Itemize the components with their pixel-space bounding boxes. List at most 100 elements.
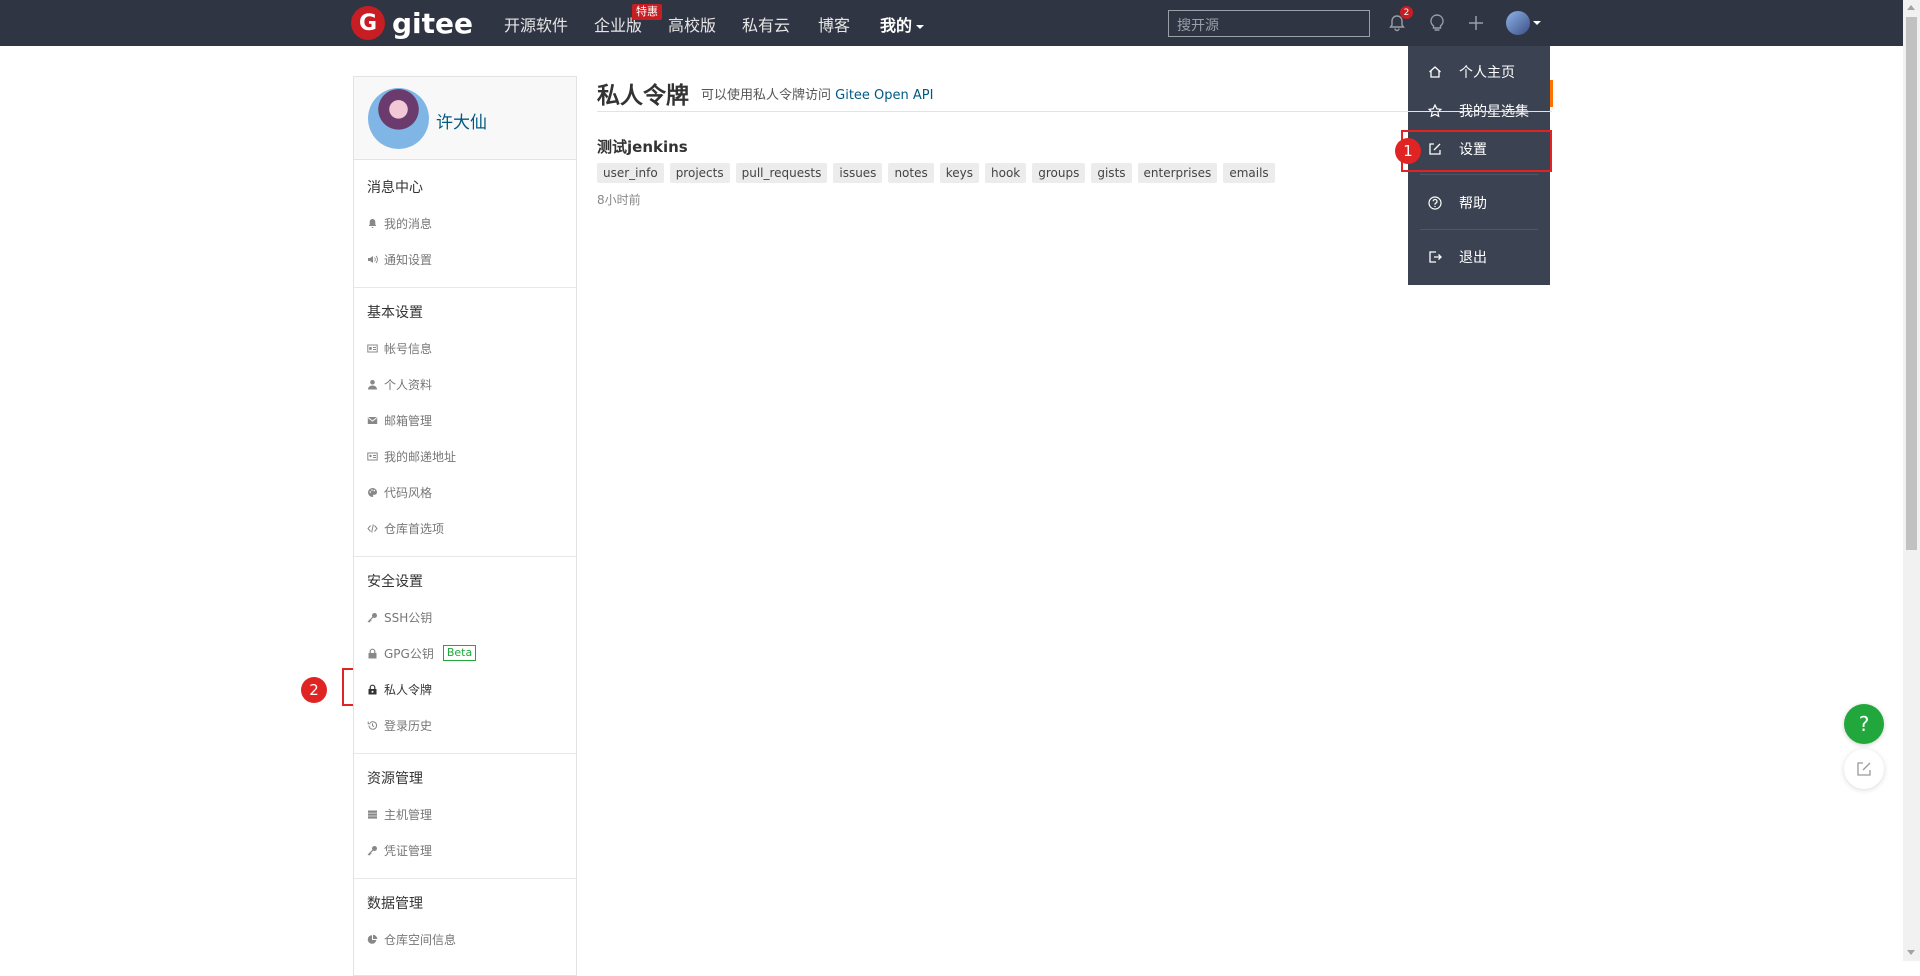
token-scopes: user_info projects pull_requests issues … xyxy=(597,163,1275,183)
scope-tag: enterprises xyxy=(1137,163,1218,183)
sidebar-item-credentials[interactable]: 凭证管理 xyxy=(367,840,432,860)
speaker-icon xyxy=(368,255,378,263)
plus-icon[interactable] xyxy=(1464,11,1488,35)
sidebar-item-profile[interactable]: 个人资料 xyxy=(367,374,432,394)
subtitle-text: 可以使用私人令牌访问 xyxy=(701,88,836,103)
title-divider xyxy=(597,111,1552,112)
sidebar-item-ssh[interactable]: SSH公钥 xyxy=(367,607,432,627)
nav-open-source[interactable]: 开源软件 xyxy=(504,12,568,36)
scope-tag: pull_requests xyxy=(735,163,828,183)
group-title-basic: 基本设置 xyxy=(367,305,423,321)
logo-mark: G xyxy=(351,6,385,40)
group-title-messages: 消息中心 xyxy=(367,180,423,196)
scope-tag: projects xyxy=(669,163,730,183)
page-title: 私人令牌 xyxy=(597,83,689,109)
sidebar-item-login-history[interactable]: 登录历史 xyxy=(367,715,432,735)
sidebar-item-label: 主机管理 xyxy=(384,807,433,822)
nav-education[interactable]: 高校版 xyxy=(668,12,716,36)
sidebar-item-label: 帐号信息 xyxy=(384,341,433,356)
logout-icon xyxy=(1429,251,1442,263)
sidebar-item-label: 我的邮递地址 xyxy=(384,449,457,464)
sidebar-item-label: 个人资料 xyxy=(384,377,433,392)
key-icon xyxy=(367,845,377,856)
scope-tag: emails xyxy=(1223,163,1275,183)
avatar-chevron-down-icon[interactable] xyxy=(1533,21,1541,25)
top-navbar: G gitee 开源软件 企业版 特惠 高校版 私有云 博客 我的 搜开源 2 xyxy=(0,0,1920,46)
id-card-icon xyxy=(367,344,378,352)
sidebar-item-notify-settings[interactable]: 通知设置 xyxy=(367,249,432,269)
sidebar-item-label: 代码风格 xyxy=(384,485,433,500)
scope-tag: notes xyxy=(888,163,934,183)
question-circle-icon xyxy=(1428,196,1442,210)
nav-avatar[interactable] xyxy=(1506,11,1530,35)
sidebar-item-my-messages[interactable]: 我的消息 xyxy=(367,213,432,233)
scope-tag: issues xyxy=(833,163,883,183)
lock-icon xyxy=(368,648,377,658)
dropdown-item-homepage[interactable]: 个人主页 xyxy=(1408,54,1550,90)
avatar[interactable] xyxy=(368,88,429,149)
sidebar-item-hosts[interactable]: 主机管理 xyxy=(367,804,432,824)
sidebar-item-label: 仓库首选项 xyxy=(384,521,445,536)
key-icon xyxy=(367,612,377,623)
server-icon xyxy=(368,810,377,819)
dropdown-item-help[interactable]: 帮助 xyxy=(1408,185,1550,221)
dropdown-item-label: 帮助 xyxy=(1459,196,1487,212)
dropdown-divider xyxy=(1420,174,1538,175)
sidebar-item-email[interactable]: 邮箱管理 xyxy=(367,410,432,430)
sidebar-item-private-token[interactable]: 私人令牌 xyxy=(367,679,432,699)
lightbulb-icon[interactable] xyxy=(1425,11,1449,35)
sidebar-profile: 许大仙 xyxy=(354,77,576,160)
logo-text: gitee xyxy=(392,6,474,40)
address-card-icon xyxy=(367,452,378,460)
annotation-highlight-settings xyxy=(1401,130,1552,172)
sidebar-item-code-style[interactable]: 代码风格 xyxy=(367,482,432,502)
scope-tag: user_info xyxy=(597,163,664,183)
group-title-security: 安全设置 xyxy=(367,574,423,590)
token-created-time: 8小时前 xyxy=(597,193,641,207)
open-api-link[interactable]: Gitee Open API xyxy=(835,88,933,103)
nav-blog[interactable]: 博客 xyxy=(818,12,850,36)
group-title-data: 数据管理 xyxy=(367,896,423,912)
generate-token-button-edge[interactable] xyxy=(1550,80,1553,107)
sidebar-item-repo-prefs[interactable]: 仓库首选项 xyxy=(367,518,444,538)
gitee-logo[interactable]: G gitee xyxy=(351,6,473,40)
annotation-step-badge: 2 xyxy=(301,677,327,703)
user-icon xyxy=(368,379,377,389)
sidebar-item-label: 我的消息 xyxy=(384,216,433,231)
dropdown-divider xyxy=(1420,229,1538,230)
sidebar-item-label: SSH公钥 xyxy=(384,610,433,625)
search-input[interactable]: 搜开源 xyxy=(1168,10,1370,37)
sidebar-item-account[interactable]: 帐号信息 xyxy=(367,338,432,358)
sidebar-item-repo-space[interactable]: 仓库空间信息 xyxy=(367,929,456,949)
page-subtitle: 可以使用私人令牌访问 Gitee Open API xyxy=(701,84,933,103)
sidebar-divider xyxy=(354,878,576,879)
scope-tag: gists xyxy=(1091,163,1132,183)
sidebar-item-label: 通知设置 xyxy=(384,252,433,267)
envelope-icon xyxy=(367,416,378,424)
sidebar-item-address[interactable]: 我的邮递地址 xyxy=(367,446,456,466)
scrollbar-thumb[interactable] xyxy=(1906,17,1917,550)
edit-icon xyxy=(1857,762,1871,776)
bell-icon xyxy=(368,218,377,228)
code-icon xyxy=(367,523,378,533)
token-icon xyxy=(368,684,377,694)
user-name[interactable]: 许大仙 xyxy=(436,108,487,133)
help-button[interactable]: ? xyxy=(1844,704,1884,744)
history-icon xyxy=(367,720,378,730)
sidebar-item-label: 私人令牌 xyxy=(384,682,433,697)
nav-private-cloud[interactable]: 私有云 xyxy=(742,12,790,36)
nav-mine[interactable]: 我的 xyxy=(880,12,925,36)
dropdown-item-logout[interactable]: 退出 xyxy=(1408,239,1550,275)
feedback-button[interactable] xyxy=(1844,749,1884,789)
home-icon xyxy=(1429,66,1441,78)
sidebar-divider xyxy=(354,287,576,288)
promo-badge: 特惠 xyxy=(632,4,662,20)
pie-icon xyxy=(367,934,378,944)
sidebar-item-gpg[interactable]: GPG公钥 Beta xyxy=(367,643,477,663)
chevron-down-icon xyxy=(916,24,925,29)
sidebar-item-label: 邮箱管理 xyxy=(384,413,433,428)
palette-icon xyxy=(368,487,377,497)
group-title-resources: 资源管理 xyxy=(367,771,423,787)
scroll-down-arrow-icon[interactable] xyxy=(1907,950,1915,955)
scroll-up-arrow-icon[interactable] xyxy=(1907,5,1915,10)
